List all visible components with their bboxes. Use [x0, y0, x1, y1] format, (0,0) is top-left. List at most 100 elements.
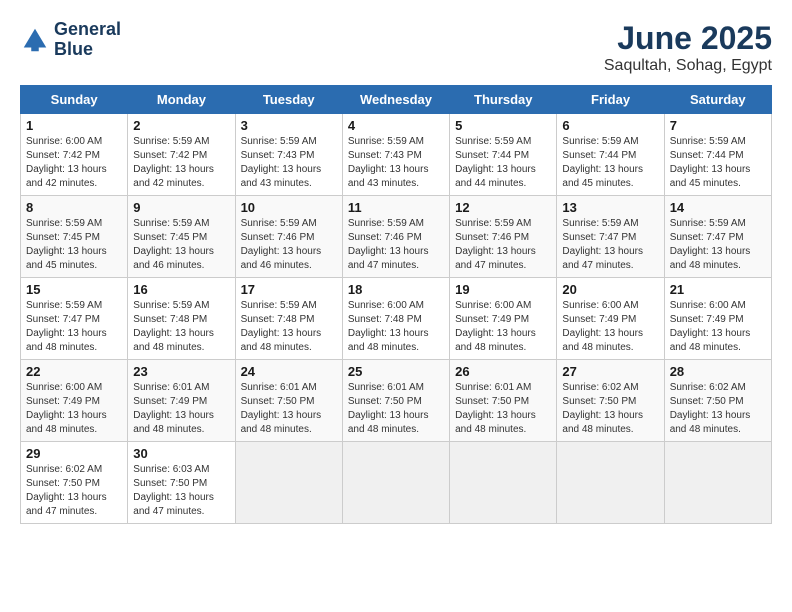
table-row: 4 Sunrise: 5:59 AMSunset: 7:43 PMDayligh…	[342, 114, 449, 196]
col-sunday: Sunday	[21, 86, 128, 114]
table-row: 28 Sunrise: 6:02 AMSunset: 7:50 PMDaylig…	[664, 360, 771, 442]
day-info: Sunrise: 5:59 AMSunset: 7:48 PMDaylight:…	[133, 299, 229, 355]
table-row: 1 Sunrise: 6:00 AMSunset: 7:42 PMDayligh…	[21, 114, 128, 196]
table-row: 16 Sunrise: 5:59 AMSunset: 7:48 PMDaylig…	[128, 278, 235, 360]
table-row: 8 Sunrise: 5:59 AMSunset: 7:45 PMDayligh…	[21, 196, 128, 278]
day-info: Sunrise: 6:00 AMSunset: 7:49 PMDaylight:…	[26, 381, 122, 437]
table-row: 10 Sunrise: 5:59 AMSunset: 7:46 PMDaylig…	[235, 196, 342, 278]
day-number: 20	[562, 282, 658, 297]
day-info: Sunrise: 5:59 AMSunset: 7:46 PMDaylight:…	[241, 217, 337, 273]
table-row: 21 Sunrise: 6:00 AMSunset: 7:49 PMDaylig…	[664, 278, 771, 360]
day-info: Sunrise: 6:00 AMSunset: 7:49 PMDaylight:…	[455, 299, 551, 355]
day-info: Sunrise: 6:02 AMSunset: 7:50 PMDaylight:…	[26, 463, 122, 519]
table-row	[450, 442, 557, 524]
day-number: 21	[670, 282, 766, 297]
logo-text: General Blue	[54, 20, 121, 60]
col-tuesday: Tuesday	[235, 86, 342, 114]
day-number: 13	[562, 200, 658, 215]
table-row: 13 Sunrise: 5:59 AMSunset: 7:47 PMDaylig…	[557, 196, 664, 278]
table-row: 24 Sunrise: 6:01 AMSunset: 7:50 PMDaylig…	[235, 360, 342, 442]
day-info: Sunrise: 5:59 AMSunset: 7:44 PMDaylight:…	[455, 135, 551, 191]
day-number: 23	[133, 364, 229, 379]
table-row: 18 Sunrise: 6:00 AMSunset: 7:48 PMDaylig…	[342, 278, 449, 360]
day-number: 22	[26, 364, 122, 379]
calendar-week-row: 15 Sunrise: 5:59 AMSunset: 7:47 PMDaylig…	[21, 278, 772, 360]
day-number: 14	[670, 200, 766, 215]
day-info: Sunrise: 5:59 AMSunset: 7:46 PMDaylight:…	[348, 217, 444, 273]
table-row: 30 Sunrise: 6:03 AMSunset: 7:50 PMDaylig…	[128, 442, 235, 524]
logo-icon	[20, 25, 50, 55]
table-row: 6 Sunrise: 5:59 AMSunset: 7:44 PMDayligh…	[557, 114, 664, 196]
day-number: 4	[348, 118, 444, 133]
calendar-header-row: Sunday Monday Tuesday Wednesday Thursday…	[21, 86, 772, 114]
day-number: 28	[670, 364, 766, 379]
col-monday: Monday	[128, 86, 235, 114]
table-row: 2 Sunrise: 5:59 AMSunset: 7:42 PMDayligh…	[128, 114, 235, 196]
table-row: 29 Sunrise: 6:02 AMSunset: 7:50 PMDaylig…	[21, 442, 128, 524]
day-info: Sunrise: 5:59 AMSunset: 7:47 PMDaylight:…	[26, 299, 122, 355]
table-row: 25 Sunrise: 6:01 AMSunset: 7:50 PMDaylig…	[342, 360, 449, 442]
day-number: 16	[133, 282, 229, 297]
table-row	[664, 442, 771, 524]
table-row: 20 Sunrise: 6:00 AMSunset: 7:49 PMDaylig…	[557, 278, 664, 360]
calendar-week-row: 1 Sunrise: 6:00 AMSunset: 7:42 PMDayligh…	[21, 114, 772, 196]
day-number: 12	[455, 200, 551, 215]
day-info: Sunrise: 6:01 AMSunset: 7:50 PMDaylight:…	[455, 381, 551, 437]
page-header: General Blue June 2025 Saqultah, Sohag, …	[20, 20, 772, 75]
day-number: 18	[348, 282, 444, 297]
calendar-week-row: 8 Sunrise: 5:59 AMSunset: 7:45 PMDayligh…	[21, 196, 772, 278]
table-row: 9 Sunrise: 5:59 AMSunset: 7:45 PMDayligh…	[128, 196, 235, 278]
day-number: 10	[241, 200, 337, 215]
day-info: Sunrise: 5:59 AMSunset: 7:45 PMDaylight:…	[26, 217, 122, 273]
day-number: 29	[26, 446, 122, 461]
day-number: 11	[348, 200, 444, 215]
table-row: 22 Sunrise: 6:00 AMSunset: 7:49 PMDaylig…	[21, 360, 128, 442]
title-section: June 2025 Saqultah, Sohag, Egypt	[604, 20, 772, 75]
day-number: 25	[348, 364, 444, 379]
table-row: 23 Sunrise: 6:01 AMSunset: 7:49 PMDaylig…	[128, 360, 235, 442]
col-friday: Friday	[557, 86, 664, 114]
day-info: Sunrise: 6:00 AMSunset: 7:49 PMDaylight:…	[562, 299, 658, 355]
calendar-table: Sunday Monday Tuesday Wednesday Thursday…	[20, 85, 772, 524]
day-info: Sunrise: 6:03 AMSunset: 7:50 PMDaylight:…	[133, 463, 229, 519]
calendar-week-row: 29 Sunrise: 6:02 AMSunset: 7:50 PMDaylig…	[21, 442, 772, 524]
day-info: Sunrise: 6:02 AMSunset: 7:50 PMDaylight:…	[670, 381, 766, 437]
table-row: 5 Sunrise: 5:59 AMSunset: 7:44 PMDayligh…	[450, 114, 557, 196]
table-row: 3 Sunrise: 5:59 AMSunset: 7:43 PMDayligh…	[235, 114, 342, 196]
day-info: Sunrise: 5:59 AMSunset: 7:45 PMDaylight:…	[133, 217, 229, 273]
day-info: Sunrise: 5:59 AMSunset: 7:46 PMDaylight:…	[455, 217, 551, 273]
month-title: June 2025	[604, 20, 772, 57]
day-info: Sunrise: 6:02 AMSunset: 7:50 PMDaylight:…	[562, 381, 658, 437]
table-row: 11 Sunrise: 5:59 AMSunset: 7:46 PMDaylig…	[342, 196, 449, 278]
day-number: 27	[562, 364, 658, 379]
day-number: 30	[133, 446, 229, 461]
table-row: 27 Sunrise: 6:02 AMSunset: 7:50 PMDaylig…	[557, 360, 664, 442]
day-number: 3	[241, 118, 337, 133]
day-info: Sunrise: 5:59 AMSunset: 7:43 PMDaylight:…	[241, 135, 337, 191]
day-info: Sunrise: 5:59 AMSunset: 7:44 PMDaylight:…	[670, 135, 766, 191]
day-number: 15	[26, 282, 122, 297]
day-info: Sunrise: 6:01 AMSunset: 7:50 PMDaylight:…	[348, 381, 444, 437]
day-number: 8	[26, 200, 122, 215]
day-info: Sunrise: 6:01 AMSunset: 7:49 PMDaylight:…	[133, 381, 229, 437]
col-thursday: Thursday	[450, 86, 557, 114]
day-number: 17	[241, 282, 337, 297]
location-title: Saqultah, Sohag, Egypt	[604, 57, 772, 75]
table-row	[342, 442, 449, 524]
day-number: 26	[455, 364, 551, 379]
day-info: Sunrise: 5:59 AMSunset: 7:42 PMDaylight:…	[133, 135, 229, 191]
day-info: Sunrise: 5:59 AMSunset: 7:43 PMDaylight:…	[348, 135, 444, 191]
col-wednesday: Wednesday	[342, 86, 449, 114]
day-info: Sunrise: 5:59 AMSunset: 7:44 PMDaylight:…	[562, 135, 658, 191]
table-row: 14 Sunrise: 5:59 AMSunset: 7:47 PMDaylig…	[664, 196, 771, 278]
day-info: Sunrise: 6:00 AMSunset: 7:49 PMDaylight:…	[670, 299, 766, 355]
day-info: Sunrise: 6:00 AMSunset: 7:48 PMDaylight:…	[348, 299, 444, 355]
day-number: 24	[241, 364, 337, 379]
table-row: 26 Sunrise: 6:01 AMSunset: 7:50 PMDaylig…	[450, 360, 557, 442]
day-number: 7	[670, 118, 766, 133]
day-number: 19	[455, 282, 551, 297]
logo: General Blue	[20, 20, 121, 60]
day-number: 6	[562, 118, 658, 133]
day-info: Sunrise: 5:59 AMSunset: 7:48 PMDaylight:…	[241, 299, 337, 355]
day-info: Sunrise: 5:59 AMSunset: 7:47 PMDaylight:…	[670, 217, 766, 273]
